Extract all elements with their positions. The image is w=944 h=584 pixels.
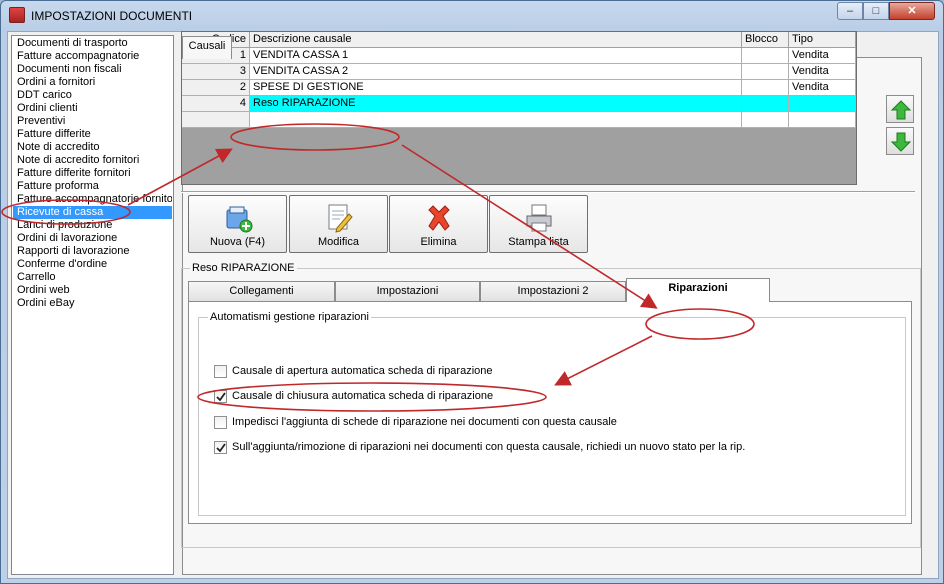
document-type-list[interactable]: Documenti di trasporto Fatture accompagna…	[11, 35, 174, 575]
delete-button-label: Elimina	[420, 236, 457, 248]
checkbox-box[interactable]	[214, 441, 227, 454]
grid-cell-descrizione[interactable]	[250, 112, 742, 128]
doc-type-item[interactable]: Ordini web	[13, 284, 172, 297]
delete-icon	[428, 205, 450, 231]
repair-automation-title: Automatismi gestione riparazioni	[208, 311, 371, 323]
doc-type-item[interactable]: DDT carico	[13, 89, 172, 102]
new-button-label: Nuova (F4)	[209, 236, 266, 248]
grid-cell-blocco[interactable]	[742, 96, 789, 112]
grid-cell-tipo[interactable]	[789, 96, 856, 112]
doc-type-item[interactable]: Preventivi	[13, 115, 172, 128]
grid-cell-codice[interactable]	[182, 112, 250, 128]
printer-icon	[526, 204, 552, 232]
edit-icon	[328, 204, 353, 233]
separator	[181, 191, 915, 193]
doc-type-item[interactable]: Note di accredito fornitori	[13, 154, 172, 167]
causali-grid[interactable]: CodiceDescrizione causaleBloccoTipo1VEND…	[181, 31, 857, 185]
grid-cell-descrizione[interactable]: VENDITA CASSA 2	[250, 64, 742, 80]
doc-type-item[interactable]: Documenti di trasporto	[13, 37, 172, 50]
option-label: Sull'aggiunta/rimozione di riparazioni n…	[232, 441, 746, 453]
grid-cell-blocco[interactable]	[742, 64, 789, 80]
print-list-button[interactable]: Stampa lista	[489, 195, 588, 253]
doc-type-item[interactable]: Carrello	[13, 271, 172, 284]
grid-cell-blocco[interactable]	[742, 80, 789, 96]
doc-type-item[interactable]: Ordini a fornitori	[13, 76, 172, 89]
doc-type-item[interactable]: Fatture differite	[13, 128, 172, 141]
new-document-icon	[226, 206, 253, 233]
doc-type-item[interactable]: Ordini clienti	[13, 102, 172, 115]
doc-type-item[interactable]: Fatture accompagnatorie	[13, 50, 172, 63]
edit-button[interactable]: Modifica	[289, 195, 388, 253]
doc-type-item[interactable]: Rapporti di lavorazione	[13, 245, 172, 258]
option-label: Causale di apertura automatica scheda di…	[232, 365, 493, 377]
causale-detail-title: Reso RIPARAZIONE	[190, 262, 297, 274]
subtab-impostazioni[interactable]: Impostazioni	[335, 281, 480, 301]
move-up-button[interactable]	[886, 95, 914, 123]
checkmark-icon	[216, 392, 226, 402]
grid-header-cell[interactable]: Tipo	[789, 32, 856, 48]
checkbox-box[interactable]	[214, 365, 227, 378]
new-button[interactable]: Nuova (F4)	[188, 195, 287, 253]
option-label: Impedisci l'aggiunta di schede di ripara…	[232, 416, 617, 428]
table-row[interactable]: 1 VENDITA CASSA 1 Vendita	[182, 48, 856, 64]
grid-cell-codice[interactable]: 4	[182, 96, 250, 112]
subtab-riparazioni[interactable]: Riparazioni	[626, 278, 770, 302]
tab-causali[interactable]: Causali	[182, 36, 232, 59]
doc-type-item[interactable]: Ricevute di cassa	[13, 206, 172, 219]
doc-type-item[interactable]: Lanci di produzione	[13, 219, 172, 232]
minimize-button[interactable]: –	[837, 2, 863, 20]
grid-header-cell[interactable]: Descrizione causale	[250, 32, 742, 48]
grid-cell-tipo[interactable]: Vendita	[789, 80, 856, 96]
grid-cell-codice[interactable]: 3	[182, 64, 250, 80]
table-row[interactable]: 3 VENDITA CASSA 2 Vendita	[182, 64, 856, 80]
delete-button[interactable]: Elimina	[389, 195, 488, 253]
subtab-collegamenti[interactable]: Collegamenti	[188, 281, 335, 301]
maximize-button[interactable]: □	[863, 2, 889, 20]
subtab-impostazioni-2[interactable]: Impostazioni 2	[480, 281, 626, 301]
checkbox-box[interactable]	[214, 390, 227, 403]
arrow-up-icon	[890, 100, 912, 120]
grid-cell-descrizione[interactable]: VENDITA CASSA 1	[250, 48, 742, 64]
close-button[interactable]: ✕	[889, 2, 935, 20]
window-title: IMPOSTAZIONI DOCUMENTI	[31, 9, 193, 23]
grid-cell-blocco[interactable]	[742, 112, 789, 128]
doc-type-item[interactable]: Note di accredito	[13, 141, 172, 154]
doc-type-item[interactable]: Ordini di lavorazione	[13, 232, 172, 245]
table-row[interactable]: 4 Reso RIPARAZIONE	[182, 96, 856, 112]
table-row[interactable]	[182, 112, 856, 128]
table-row[interactable]: 2 SPESE DI GESTIONE Vendita	[182, 80, 856, 96]
grid-header: CodiceDescrizione causaleBloccoTipo	[182, 32, 856, 48]
doc-type-item[interactable]: Ordini eBay	[13, 297, 172, 310]
doc-type-item[interactable]: Documenti non fiscali	[13, 63, 172, 76]
doc-type-item[interactable]: Conferme d'ordine	[13, 258, 172, 271]
grid-header-cell[interactable]: Blocco	[742, 32, 789, 48]
grid-cell-descrizione[interactable]: Reso RIPARAZIONE	[250, 96, 742, 112]
doc-type-item[interactable]: Fatture proforma	[13, 180, 172, 193]
edit-button-label: Modifica	[318, 236, 359, 248]
app-icon	[9, 7, 25, 23]
doc-type-item[interactable]: Fatture differite fornitori	[13, 167, 172, 180]
grid-cell-tipo[interactable]	[789, 112, 856, 128]
checkmark-icon	[216, 443, 226, 453]
grid-cell-descrizione[interactable]: SPESE DI GESTIONE	[250, 80, 742, 96]
grid-cell-tipo[interactable]: Vendita	[789, 64, 856, 80]
checkbox-box[interactable]	[214, 416, 227, 429]
doc-type-item[interactable]: Fatture accompagnatorie fornitori	[13, 193, 172, 206]
move-down-button[interactable]	[886, 127, 914, 155]
print-list-button-label: Stampa lista	[508, 236, 569, 248]
title-bar[interactable]: IMPOSTAZIONI DOCUMENTI – □ ✕	[1, 1, 943, 29]
grid-cell-codice[interactable]: 2	[182, 80, 250, 96]
grid-cell-tipo[interactable]: Vendita	[789, 48, 856, 64]
option-label: Causale di chiusura automatica scheda di…	[232, 390, 494, 402]
grid-cell-blocco[interactable]	[742, 48, 789, 64]
arrow-down-icon	[890, 132, 912, 152]
